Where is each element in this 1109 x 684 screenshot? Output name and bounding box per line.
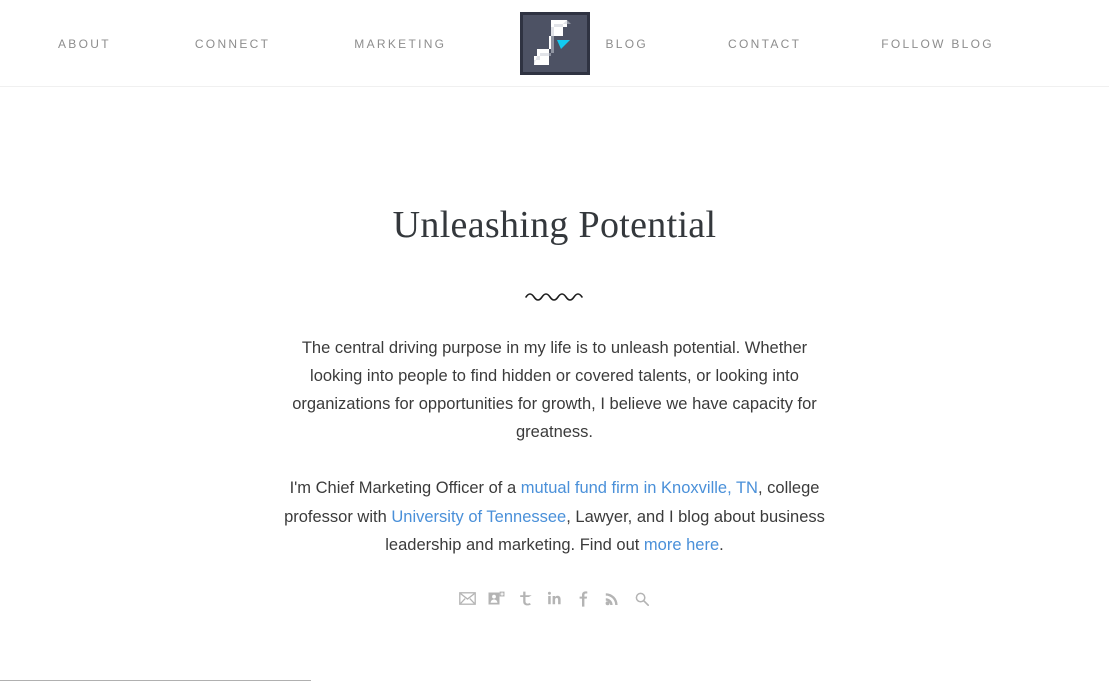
intro-content: The central driving purpose in my life i…	[275, 334, 835, 608]
sidebar-item-marketing[interactable]: Marketing	[354, 38, 446, 50]
twitter-icon	[519, 591, 532, 606]
search-link[interactable]	[632, 589, 651, 608]
site-header: About Connect Marketing Blog Contact Fol…	[0, 0, 1109, 87]
sidebar-item-connect[interactable]: Connect	[195, 38, 270, 50]
monogram-j-logo-icon	[519, 12, 590, 75]
linkedin-link[interactable]	[545, 589, 564, 608]
link-university-of-tennessee[interactable]: University of Tennessee	[391, 508, 566, 526]
page-title: Unleashing Potential	[392, 204, 717, 246]
link-mutual-fund-firm[interactable]: mutual fund firm in Knoxville, TN	[521, 479, 758, 497]
site-logo-link[interactable]	[519, 12, 590, 75]
facebook-icon	[578, 590, 589, 607]
rss-icon	[605, 591, 620, 606]
twitter-link[interactable]	[516, 589, 535, 608]
nav-group-right: Blog Contact Follow Blog	[562, 38, 1109, 50]
facebook-link[interactable]	[574, 589, 593, 608]
google-plus-icon	[488, 591, 505, 606]
sidebar-item-contact[interactable]: Contact	[728, 38, 801, 50]
intro-paragraph-2: I'm Chief Marketing Officer of a mutual …	[275, 474, 835, 559]
sidebar-item-about[interactable]: About	[58, 38, 111, 50]
link-more-here[interactable]: more here	[644, 536, 719, 554]
rss-link[interactable]	[603, 589, 622, 608]
email-icon	[459, 592, 476, 605]
social-links-row	[275, 589, 835, 608]
search-icon	[635, 592, 649, 606]
main-content: Unleashing Potential The central driving…	[0, 87, 1109, 608]
paragraph-2-text-1: I'm Chief Marketing Officer of a	[289, 479, 521, 498]
google-plus-link[interactable]	[487, 589, 506, 608]
sidebar-item-blog[interactable]: Blog	[606, 38, 649, 50]
email-link[interactable]	[458, 589, 477, 608]
nav-group-left: About Connect Marketing	[0, 38, 562, 50]
wavy-line-divider-icon	[524, 292, 583, 301]
intro-paragraph-1: The central driving purpose in my life i…	[292, 338, 817, 442]
footer-divider	[0, 680, 311, 681]
paragraph-2-text-4: .	[719, 535, 724, 554]
sidebar-item-follow-blog[interactable]: Follow Blog	[881, 38, 994, 50]
linkedin-icon	[547, 591, 562, 606]
